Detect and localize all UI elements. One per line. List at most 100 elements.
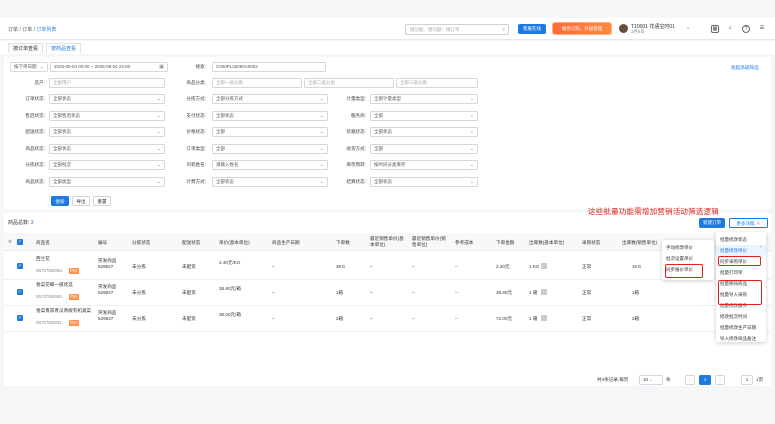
cell-qty: 3KG: [336, 264, 346, 269]
date-type-select[interactable]: 按下单日期 ⌄: [10, 62, 48, 72]
filter-select-r2-1[interactable]: 全部状态 ⌄: [212, 110, 328, 121]
cell-amount: 38.90元: [496, 290, 513, 295]
filter-label-r2-2: 服务商:: [350, 112, 366, 118]
filter-value: 全部: [216, 145, 225, 151]
row-checkbox[interactable]: ✓: [17, 289, 23, 295]
menu-item[interactable]: 批量修改生产日期: [716, 322, 766, 333]
column-header-10: 下单金额: [496, 240, 515, 245]
cell-a: –: [370, 290, 373, 295]
crumb-2[interactable]: 订单: [22, 27, 32, 33]
page-1-button[interactable]: 1: [699, 375, 711, 385]
settings-icon[interactable]: ⚙: [8, 239, 12, 245]
filter-select-r6-0[interactable]: 全部类型 ⌄: [49, 176, 165, 187]
submenu-item[interactable]: 批次设置单价: [662, 253, 714, 264]
filter-select-r3-1[interactable]: 全部 ⌄: [212, 127, 328, 137]
filter-select-r4-2[interactable]: 全部 ⌄: [370, 143, 478, 154]
user-sub: 3月6日: [631, 29, 645, 34]
filter-label-r1-1: 分拣方式:: [186, 96, 206, 101]
filter-select-r6-2[interactable]: 全部状态 ⌄: [370, 176, 478, 187]
filter-select-r6-1[interactable]: 全部状态 ⌄: [212, 176, 328, 187]
menu-item[interactable]: 修改批次时间: [716, 311, 766, 322]
cell-sort: 未分拣: [132, 264, 146, 269]
filter-label-r1-2: 计量类型:: [346, 96, 366, 101]
filter-select-r1-1[interactable]: 全部分拣方式 ⌄: [212, 94, 328, 104]
filter-select-r5-0[interactable]: 全部批次 ⌄: [49, 160, 165, 170]
cell-amount: 2.40元: [496, 264, 510, 269]
filter-select-r5-1[interactable]: 请输入姓名 ⌄: [212, 160, 328, 170]
shop-label: 店户:: [34, 80, 45, 85]
filter-value: 全部状态: [374, 178, 392, 184]
date-range-value: 2025-08-04 00:00 ~ 2025-08-04 24:00: [54, 64, 131, 69]
prev-page-button[interactable]: ‹: [685, 375, 695, 385]
service-button[interactable]: 客服在线: [518, 24, 546, 34]
filter-select-r2-0[interactable]: 全部售后状态 ⌄: [49, 110, 165, 121]
filter-select-r1-2[interactable]: 全部计量类型 ⌄: [370, 94, 478, 104]
chevron-down-icon: ⌄: [39, 64, 44, 70]
avatar[interactable]: [619, 24, 628, 33]
promo-button[interactable]: 服务订购、升级管理: [553, 23, 611, 34]
date-range-input[interactable]: 2025-08-04 00:00 ~ 2025-08-04 24:00 ▣: [50, 62, 168, 72]
filter-select-r3-2[interactable]: 全部状态 ⌄: [370, 127, 478, 137]
new-order-button[interactable]: 新建订单: [699, 218, 725, 228]
chevron-down-icon: ⌄: [156, 96, 161, 102]
chevron-down-icon: ⌄: [319, 96, 324, 102]
tab-by-order[interactable]: 按订单查看: [8, 43, 44, 53]
menu-item[interactable]: 批量修改单价: [716, 245, 766, 256]
filter-label-r5-1: 司机姓名:: [186, 162, 206, 167]
shop-input[interactable]: 全部用户: [49, 78, 165, 88]
dropdown-chevron-icon[interactable]: ⌄: [686, 25, 690, 31]
global-search-input[interactable]: 搜功能、搜问题、搜订单 ⌕: [405, 24, 509, 35]
chevron-down-icon: ⌄: [469, 178, 474, 185]
row-checkbox[interactable]: ✓: [17, 315, 23, 321]
export-button[interactable]: 导出: [72, 196, 90, 206]
grid-icon[interactable]: ▦: [711, 25, 719, 33]
order-search-input[interactable]: C000PL25080A0002: [212, 62, 326, 72]
search-button[interactable]: 搜索: [51, 196, 69, 206]
category2-select[interactable]: 全部二级分类: [304, 78, 394, 88]
category3-select[interactable]: 全部三级分类: [396, 78, 478, 88]
help-icon[interactable]: ?: [742, 25, 750, 33]
filter-select-r5-2[interactable]: 按时间分类库存 ⌄: [370, 160, 478, 170]
category1-select[interactable]: 全部一级分类: [212, 78, 302, 88]
filter-select-r1-0[interactable]: 全部状态 ⌄: [49, 94, 165, 104]
tab-by-product[interactable]: 按商品查看: [46, 43, 82, 53]
filter-select-r3-0[interactable]: 全部状态 ⌄: [49, 127, 165, 137]
cell-code: D5727692851: [36, 294, 63, 299]
filter-value: 全部状态: [374, 129, 392, 134]
submenu-item[interactable]: 手动修改单价: [662, 242, 714, 253]
more-functions-button[interactable]: 更多功能 ∧: [729, 218, 768, 228]
reset-button[interactable]: 重置: [93, 196, 111, 206]
row-checkbox[interactable]: ✓: [17, 263, 23, 269]
filter-select-r4-0[interactable]: 全部状态 ⌄: [49, 143, 165, 154]
menu-item[interactable]: 批量修改状态: [716, 234, 766, 245]
search-label: 搜索:: [195, 64, 206, 69]
bell-icon[interactable]: ♫: [726, 25, 734, 33]
filter-select-r2-2[interactable]: 全部 ⌄: [370, 110, 478, 121]
next-page-button[interactable]: ›: [715, 375, 725, 385]
cell-out2: 1KG: [632, 264, 642, 269]
crumb-1[interactable]: 订单: [8, 27, 18, 33]
page-size-select[interactable]: 10 ⌄: [639, 375, 663, 385]
filter-value: 全部分拣方式: [216, 96, 243, 101]
cell-b: –: [412, 264, 415, 269]
filter-label-r3-0: 配送状态:: [25, 129, 45, 134]
date-type-value: 按下单日期: [14, 64, 37, 69]
menu-item[interactable]: 批量打印单: [716, 267, 766, 278]
goto-page-input[interactable]: 1: [741, 375, 753, 385]
filter-select-r4-1[interactable]: 全部 ⌄: [212, 143, 328, 154]
chevron-down-icon: ⌄: [319, 162, 324, 168]
search-icon: ⌕: [502, 27, 505, 32]
cell-buy: 正常: [582, 290, 592, 295]
cell-out2: 1箱: [632, 290, 640, 295]
toggle-advanced-filter[interactable]: 收起高级筛选: [731, 65, 759, 71]
menu-icon[interactable]: ☰: [758, 25, 766, 33]
page-size-value: 10: [643, 377, 649, 382]
chevron-down-icon: ⌄: [156, 129, 161, 135]
select-all-checkbox[interactable]: ✓: [17, 239, 23, 245]
chevron-down-icon: ⌄: [469, 96, 474, 102]
filter-value: 全部类型: [53, 178, 71, 184]
cell-name: 西兰花: [36, 256, 50, 261]
menu-item[interactable]: 导入修改商品备注: [716, 333, 766, 344]
cell-dist: 未配货: [182, 290, 196, 295]
calendar-icon: ▣: [159, 64, 164, 70]
